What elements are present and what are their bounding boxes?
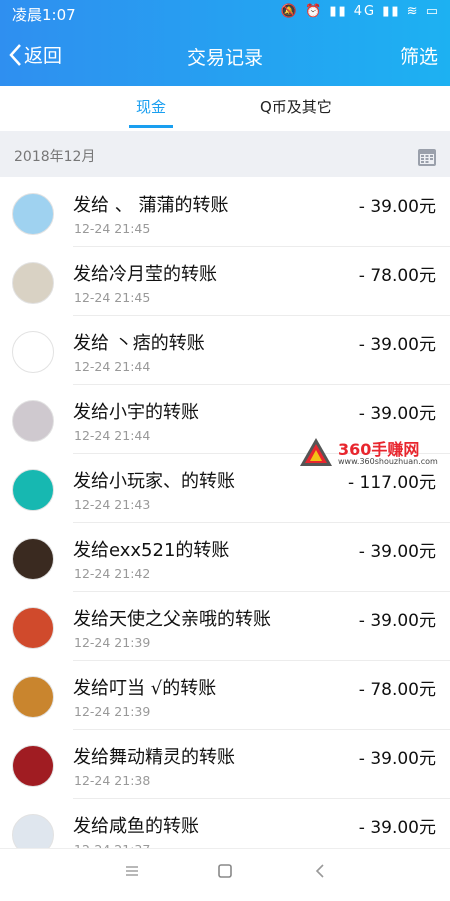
transaction-title: 发给小宇的转账 [73, 402, 199, 423]
status-bar: 凌晨1:07 🔕 ⏰ ▮▮ 4G ▮▮ ≋ ▭ [0, 0, 450, 26]
filter-button[interactable]: 筛选 [400, 42, 438, 69]
avatar [12, 400, 54, 442]
calendar-icon[interactable] [417, 147, 437, 167]
transaction-time: 12-24 21:38 [74, 773, 151, 788]
status-icons: 🔕 ⏰ ▮▮ 4G ▮▮ ≋ ▭ [280, 4, 440, 19]
watermark: 360手赚网 www.360shouzhuan.com [298, 436, 444, 470]
transaction-amount: - 78.00元 [358, 266, 436, 286]
transaction-title: 发给小玩家、的转账 [73, 471, 235, 492]
month-label: 2018年12月 [14, 149, 96, 165]
transaction-title: 发给舞动精灵的转账 [73, 747, 235, 768]
avatar [12, 469, 54, 511]
transaction-title: 发给天使之父亲哦的转账 [73, 609, 271, 630]
tab-qcoin-other[interactable]: Q币及其它 [260, 96, 332, 117]
avatar [12, 607, 54, 649]
transaction-row[interactable]: 发给冷月莹的转账 12-24 21:45 - 78.00元 [0, 247, 450, 316]
avatar [12, 193, 54, 235]
transaction-row[interactable]: 发给天使之父亲哦的转账 12-24 21:39 - 39.00元 [0, 592, 450, 661]
nav-bar: 返回 交易记录 筛选 [0, 30, 450, 80]
header: 凌晨1:07 🔕 ⏰ ▮▮ 4G ▮▮ ≋ ▭ 返回 交易记录 筛选 [0, 0, 450, 86]
transaction-amount: - 117.00元 [347, 473, 436, 493]
transaction-row[interactable]: 发给exx521的转账 12-24 21:42 - 39.00元 [0, 523, 450, 592]
home-icon[interactable] [217, 863, 233, 879]
transaction-row[interactable]: 发给 丶痞的转账 12-24 21:44 - 39.00元 [0, 316, 450, 385]
transaction-amount: - 39.00元 [358, 818, 436, 838]
menu-icon[interactable] [124, 863, 140, 879]
transaction-amount: - 78.00元 [358, 680, 436, 700]
transaction-time: 12-24 21:39 [74, 635, 151, 650]
watermark-url: www.360shouzhuan.com [338, 457, 438, 466]
active-tab-indicator [129, 125, 173, 128]
transaction-time: 12-24 21:39 [74, 704, 151, 719]
avatar [12, 538, 54, 580]
transaction-time: 12-24 21:45 [74, 221, 151, 236]
transaction-amount: - 39.00元 [358, 335, 436, 355]
transaction-title: 发给叮当 √的转账 [73, 678, 217, 699]
transaction-title: 发给exx521的转账 [73, 540, 230, 561]
transaction-title: 发给咸鱼的转账 [73, 816, 199, 837]
transaction-time: 12-24 21:44 [74, 428, 151, 443]
system-nav-bar [0, 848, 450, 901]
transaction-row[interactable]: 发给 、 蒲蒲的转账 12-24 21:45 - 39.00元 [0, 178, 450, 247]
month-header: 2018年12月 [0, 131, 450, 177]
transaction-row[interactable]: 发给叮当 √的转账 12-24 21:39 - 78.00元 [0, 661, 450, 730]
avatar [12, 676, 54, 718]
transaction-amount: - 39.00元 [358, 542, 436, 562]
transaction-time: 12-24 21:44 [74, 359, 151, 374]
transaction-row[interactable]: 发给舞动精灵的转账 12-24 21:38 - 39.00元 [0, 730, 450, 799]
transaction-time: 12-24 21:43 [74, 497, 151, 512]
watermark-logo [300, 438, 332, 466]
back-nav-icon[interactable] [312, 863, 328, 879]
transaction-time: 12-24 21:45 [74, 290, 151, 305]
transaction-title: 发给 、 蒲蒲的转账 [73, 195, 229, 216]
transaction-amount: - 39.00元 [358, 749, 436, 769]
transaction-title: 发给 丶痞的转账 [73, 333, 205, 354]
avatar [12, 331, 54, 373]
avatar [12, 262, 54, 304]
status-time: 凌晨1:07 [12, 6, 76, 24]
tab-bar: 现金 Q币及其它 [0, 86, 450, 130]
transaction-time: 12-24 21:42 [74, 566, 151, 581]
transaction-amount: - 39.00元 [358, 404, 436, 424]
transaction-amount: - 39.00元 [358, 197, 436, 217]
page-title: 交易记录 [186, 47, 263, 69]
transaction-title: 发给冷月莹的转账 [73, 264, 217, 285]
avatar [12, 745, 54, 787]
tab-cash[interactable]: 现金 [136, 96, 166, 117]
transaction-amount: - 39.00元 [358, 611, 436, 631]
